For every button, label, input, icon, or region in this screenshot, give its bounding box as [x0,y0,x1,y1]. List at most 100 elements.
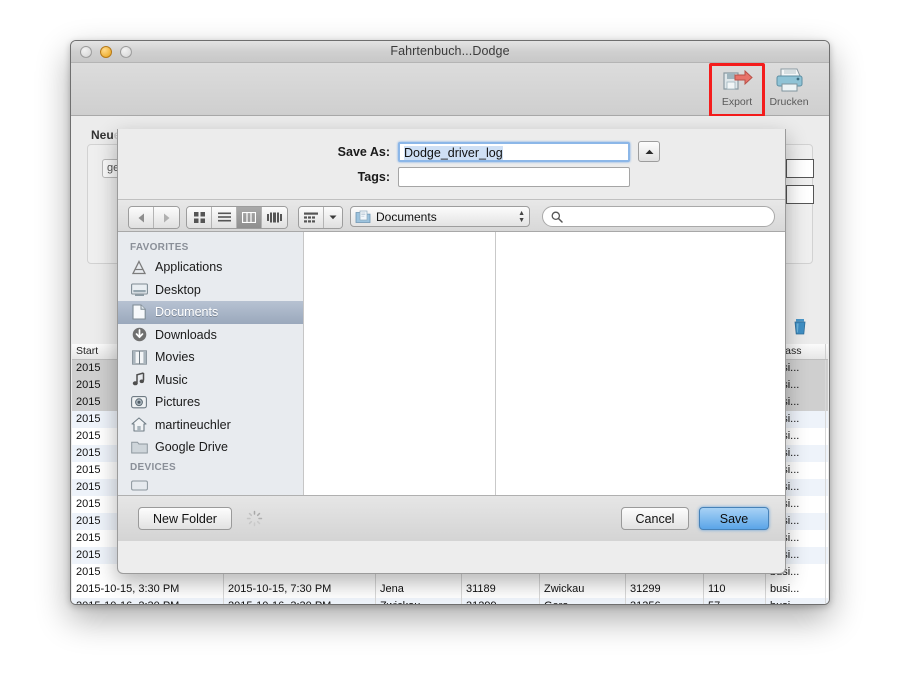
sidebar-item-label: Desktop [155,283,201,297]
export-label: Export [722,97,752,108]
home-icon [130,417,148,433]
cancel-button[interactable]: Cancel [621,507,689,530]
column-view-icon [242,212,256,223]
back-button[interactable] [129,207,154,228]
print-label: Drucken [769,97,808,108]
new-entry-label-visible: Neu [91,128,114,142]
table-cell: 2015-10-16, 3:30 PM [224,598,376,605]
back-arrow-icon [137,213,146,223]
table-cell: 2015-10-16, 2:30 PM [72,598,224,605]
icon-view-button[interactable] [187,207,212,228]
save-dialog-header: Save As: Dodge_driver_log Tags: [118,129,785,199]
table-cell: 110 [704,581,766,598]
disclosure-triangle-button[interactable] [638,141,660,162]
downloads-icon [130,327,148,343]
toolbar: Export Drucken [71,63,829,116]
stepper-icon: ▲▼ [518,210,525,224]
table-cell: 2015-10-15, 7:30 PM [224,581,376,598]
movies-icon [130,349,148,365]
sidebar-item-pictures[interactable]: Pictures [118,391,303,414]
nach-extra-box[interactable] [786,185,814,204]
table-cell: 57 [704,598,766,605]
sidebar-item-applications[interactable]: Applications [118,256,303,279]
sidebar-header-favorites: FAVORITES [118,239,303,256]
search-input[interactable] [542,206,775,227]
export-button[interactable]: Export [713,65,761,113]
finder-navbar: Documents ▲▼ [118,199,785,232]
table-cell: 31356 [626,598,704,605]
sidebar-item-label: Movies [155,350,195,364]
folder-icon [130,439,148,455]
music-icon [130,372,148,388]
save-as-label: Save As: [118,145,398,159]
table-row[interactable]: 2015-10-16, 2:30 PM2015-10-16, 3:30 PMZw… [72,598,828,605]
save-as-input[interactable]: Dodge_driver_log [398,142,630,162]
desktop-icon [130,282,148,298]
tags-input[interactable] [398,167,630,187]
delete-button[interactable] [787,314,813,340]
table-cell: Jena [376,581,462,598]
sidebar-item-downloads[interactable]: Downloads [118,324,303,347]
list-view-button[interactable] [212,207,237,228]
table-cell: 31189 [462,581,540,598]
sidebar-item-label: Music [155,373,188,387]
sidebar-item-label: Downloads [155,328,217,342]
table-cell: 31299 [462,598,540,605]
save-as-row: Save As: Dodge_driver_log [118,141,785,162]
pictures-icon [130,394,148,410]
column-view-button[interactable] [237,207,262,228]
sidebar-item-desktop[interactable]: Desktop [118,279,303,302]
app-window: Fahrtenbuch...Dodge Export [70,40,830,605]
file-browser[interactable]: FAVORITES Applications Desktop Documents Dow… [118,232,785,495]
table-cell: busi... [766,598,826,605]
progress-spinner [246,510,263,527]
search-icon [551,211,563,223]
sidebar-item-label: Applications [155,260,222,274]
save-as-value: Dodge_driver_log [404,146,503,160]
path-popup-button[interactable]: Documents ▲▼ [350,206,530,227]
browser-column-1[interactable] [304,232,496,495]
sidebar-item-label: Pictures [155,395,200,409]
print-button[interactable]: Drucken [765,65,813,113]
folder-documents-icon [355,210,371,224]
arrange-icon [304,212,318,223]
arrange-icon-cell[interactable] [299,207,324,228]
disk-icon [130,479,148,495]
chevron-down-icon [329,215,337,220]
new-folder-button[interactable]: New Folder [138,507,232,530]
arrange-chevron-cell[interactable] [324,207,342,228]
icon-view-icon [193,211,206,224]
applications-icon [130,259,148,275]
chevron-up-icon [645,149,654,155]
sidebar-item-google-drive[interactable]: Google Drive [118,436,303,459]
table-cell: Zwickau [376,598,462,605]
coverflow-view-button[interactable] [262,207,287,228]
documents-icon [130,304,148,320]
nav-buttons[interactable] [128,206,180,229]
forward-button[interactable] [154,207,179,228]
save-button[interactable]: Save [699,507,769,530]
sidebar-item-device[interactable] [118,476,303,496]
sidebar-item-documents[interactable]: Documents [118,301,303,324]
table-cell: busi... [766,581,826,598]
table-cell: Gera [540,598,626,605]
von-extra-box[interactable] [786,159,814,178]
sidebar[interactable]: FAVORITES Applications Desktop Documents Dow… [118,232,304,495]
export-icon [721,65,753,97]
window-title: Fahrtenbuch...Dodge [71,44,829,58]
view-mode-buttons[interactable] [186,206,288,229]
coverflow-view-icon [267,212,282,223]
trash-icon [790,317,810,337]
sidebar-item-movies[interactable]: Movies [118,346,303,369]
sidebar-header-devices: DEVICES [118,459,303,476]
arrange-button[interactable] [298,206,343,229]
save-dialog: Save As: Dodge_driver_log Tags: [117,129,786,574]
forward-arrow-icon [162,213,171,223]
path-popup-label: Documents [376,210,437,224]
browser-column-2[interactable] [496,232,785,495]
table-cell: Zwickau [540,581,626,598]
save-dialog-footer: New Folder Cancel Save [118,495,785,541]
sidebar-item-music[interactable]: Music [118,369,303,392]
table-row[interactable]: 2015-10-15, 3:30 PM2015-10-15, 7:30 PMJe… [72,581,828,598]
sidebar-item-martineuchler[interactable]: martineuchler [118,414,303,437]
